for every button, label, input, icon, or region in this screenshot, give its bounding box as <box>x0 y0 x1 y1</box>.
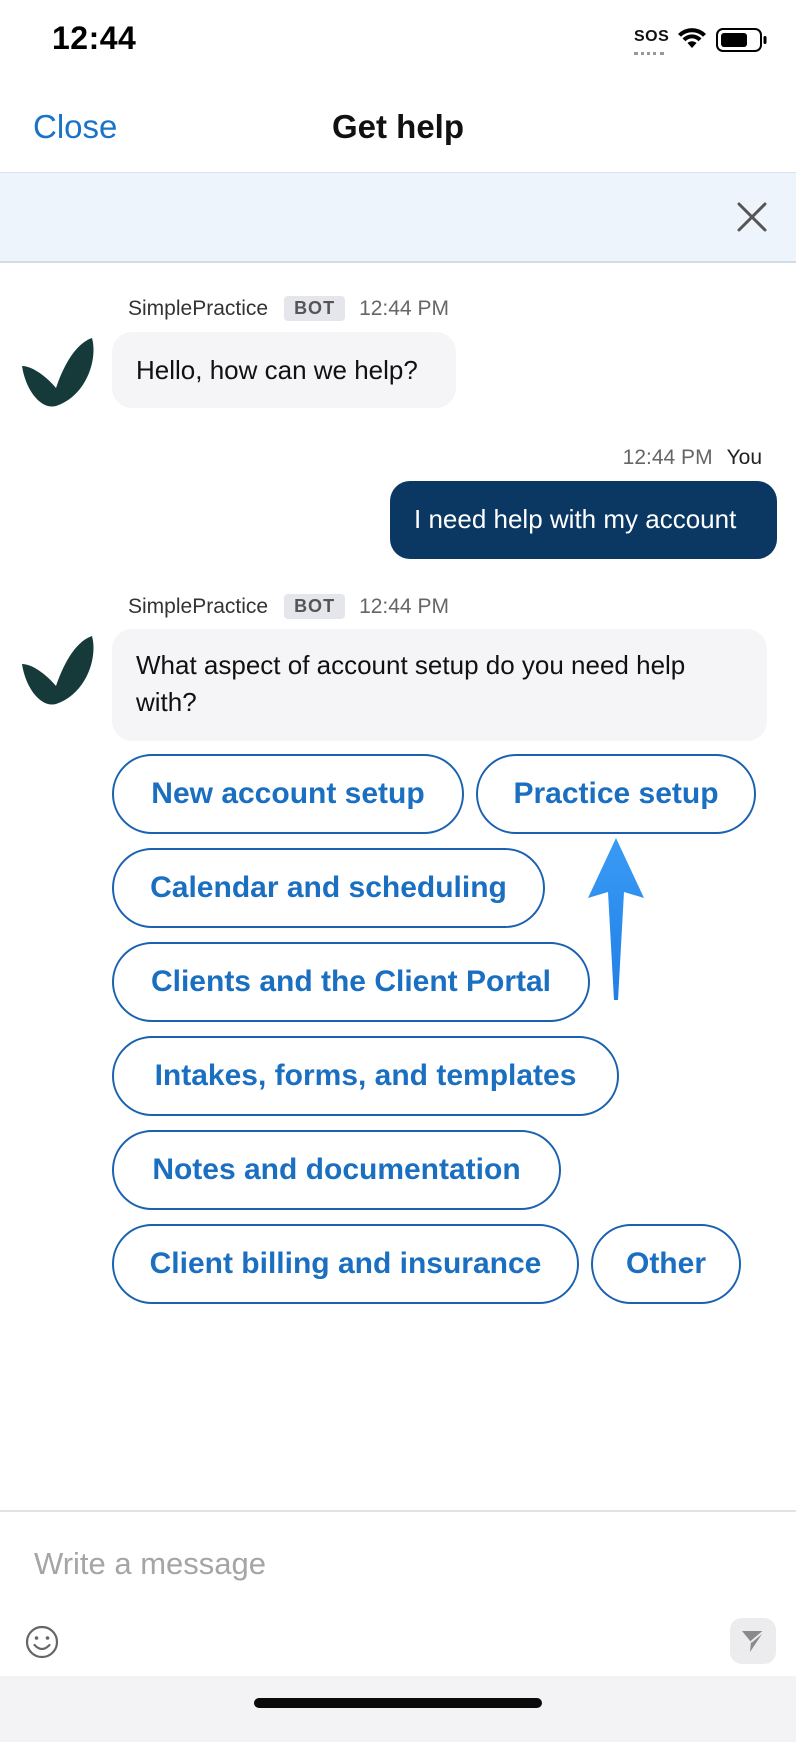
sos-indicator: SOS <box>634 28 670 45</box>
message-input[interactable] <box>34 1538 734 1590</box>
wifi-icon <box>678 28 706 48</box>
user-message-bubble: I need help with my account <box>390 481 777 559</box>
option-client-billing-and-insurance[interactable]: Client billing and insurance <box>112 1224 579 1304</box>
sender-name: You <box>726 446 762 469</box>
status-bar: 12:44 SOS <box>0 0 796 80</box>
chat-screen: 12:44 SOS Close Get help SimplePractice … <box>0 0 796 1742</box>
home-indicator[interactable] <box>254 1698 542 1708</box>
message-time: 12:44 PM <box>622 446 713 469</box>
user-message-meta: 12:44 PM You <box>623 446 762 470</box>
bot-message-bubble: Hello, how can we help? <box>112 332 456 408</box>
simplepractice-avatar-icon <box>22 636 94 705</box>
option-new-account-setup[interactable]: New account setup <box>112 754 464 834</box>
send-button[interactable] <box>730 1618 776 1664</box>
message-time: 12:44 PM <box>359 296 449 320</box>
nav-header: Close Get help <box>0 80 796 172</box>
bot-message-meta: SimplePractice BOT 12:44 PM <box>128 594 449 619</box>
signal-dots-icon <box>634 48 664 55</box>
bot-message-bubble: What aspect of account setup do you need… <box>112 629 767 741</box>
bot-badge: BOT <box>284 296 346 321</box>
simplepractice-avatar-icon <box>22 338 94 407</box>
bot-badge: BOT <box>284 594 346 619</box>
bot-message-meta: SimplePractice BOT 12:44 PM <box>128 296 449 321</box>
option-practice-setup[interactable]: Practice setup <box>476 754 756 834</box>
sender-name: SimplePractice <box>128 594 269 618</box>
emoji-icon[interactable] <box>24 1624 60 1660</box>
message-composer <box>0 1510 796 1678</box>
close-icon[interactable] <box>730 195 774 239</box>
option-notes-and-documentation[interactable]: Notes and documentation <box>112 1130 561 1210</box>
option-intakes-forms-templates[interactable]: Intakes, forms, and templates <box>112 1036 619 1116</box>
send-icon <box>742 1630 765 1652</box>
annotation-arrow-icon <box>588 838 644 1000</box>
battery-icon <box>716 28 767 52</box>
message-text: Hello, how can we help? <box>136 355 418 385</box>
option-other[interactable]: Other <box>591 1224 741 1304</box>
home-indicator-area <box>0 1676 796 1742</box>
info-banner <box>0 172 796 263</box>
page-title: Get help <box>331 108 465 145</box>
message-text: What aspect of account setup do you need… <box>136 650 686 717</box>
message-text: I need help with my account <box>414 504 737 534</box>
option-calendar-and-scheduling[interactable]: Calendar and scheduling <box>112 848 545 928</box>
message-time: 12:44 PM <box>359 594 449 618</box>
option-clients-and-client-portal[interactable]: Clients and the Client Portal <box>112 942 590 1022</box>
sender-name: SimplePractice <box>128 296 269 320</box>
status-time: 12:44 <box>52 20 137 56</box>
